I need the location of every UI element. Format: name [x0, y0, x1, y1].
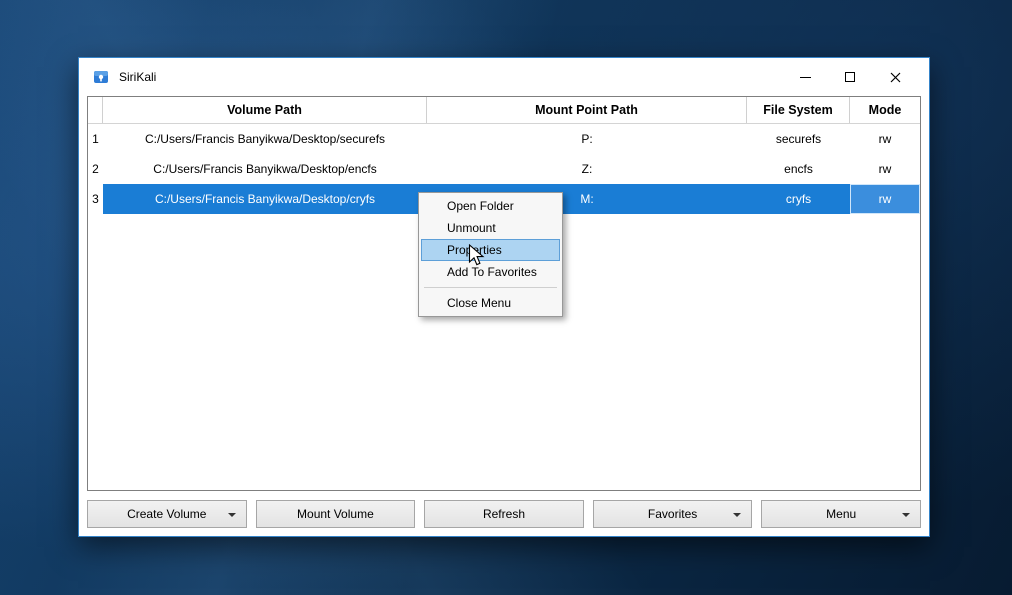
cell-file-system[interactable]: encfs [747, 154, 850, 184]
cell-volume-path[interactable]: C:/Users/Francis Banyikwa/Desktop/secure… [103, 124, 427, 154]
title-bar[interactable]: SiriKali [79, 58, 929, 96]
dropdown-arrow-icon [733, 513, 741, 517]
menu-label: Menu [826, 507, 856, 521]
refresh-label: Refresh [483, 507, 525, 521]
cell-volume-path[interactable]: C:/Users/Francis Banyikwa/Desktop/encfs [103, 154, 427, 184]
refresh-button[interactable]: Refresh [424, 500, 584, 528]
header-mount-point[interactable]: Mount Point Path [427, 97, 747, 123]
minimize-icon [800, 77, 811, 78]
cell-mount-point[interactable]: Z: [427, 154, 747, 184]
cell-mode[interactable]: rw [850, 124, 920, 154]
close-icon [890, 72, 901, 83]
cell-mount-point[interactable]: P: [427, 124, 747, 154]
mouse-cursor-icon [468, 244, 486, 273]
mount-volume-label: Mount Volume [297, 507, 374, 521]
dropdown-arrow-icon [228, 513, 236, 517]
table-row[interactable]: 2 C:/Users/Francis Banyikwa/Desktop/encf… [88, 154, 920, 184]
table-header-row: Volume Path Mount Point Path File System… [88, 97, 920, 124]
row-number[interactable]: 1 [88, 124, 103, 154]
cell-mode-focused[interactable]: rw [850, 184, 920, 214]
table-row[interactable]: 1 C:/Users/Francis Banyikwa/Desktop/secu… [88, 124, 920, 154]
close-button[interactable] [879, 64, 911, 90]
header-row-number [88, 97, 103, 123]
minimize-button[interactable] [789, 64, 821, 90]
window-controls [776, 64, 911, 90]
cell-file-system[interactable]: securefs [747, 124, 850, 154]
maximize-button[interactable] [834, 64, 866, 90]
context-menu: Open Folder Unmount Properties Add To Fa… [418, 192, 563, 317]
menu-item-add-to-favorites[interactable]: Add To Favorites [421, 261, 560, 283]
row-number[interactable]: 3 [88, 184, 103, 214]
menu-separator [424, 287, 557, 288]
header-mode[interactable]: Mode [850, 97, 920, 123]
maximize-icon [845, 72, 855, 82]
app-icon [93, 69, 109, 85]
create-volume-button[interactable]: Create Volume [87, 500, 247, 528]
window-title: SiriKali [119, 70, 776, 84]
cell-file-system[interactable]: cryfs [747, 184, 850, 214]
favorites-label: Favorites [648, 507, 697, 521]
dropdown-arrow-icon [902, 513, 910, 517]
toolbar: Create Volume Mount Volume Refresh Favor… [79, 491, 929, 536]
cell-volume-path[interactable]: C:/Users/Francis Banyikwa/Desktop/cryfs [103, 184, 427, 214]
favorites-button[interactable]: Favorites [593, 500, 753, 528]
menu-item-properties[interactable]: Properties [421, 239, 560, 261]
create-volume-label: Create Volume [127, 507, 206, 521]
cell-mode[interactable]: rw [850, 154, 920, 184]
header-volume-path[interactable]: Volume Path [103, 97, 427, 123]
menu-button[interactable]: Menu [761, 500, 921, 528]
header-file-system[interactable]: File System [747, 97, 850, 123]
menu-item-unmount[interactable]: Unmount [421, 217, 560, 239]
row-number[interactable]: 2 [88, 154, 103, 184]
mount-volume-button[interactable]: Mount Volume [256, 500, 416, 528]
menu-item-close-menu[interactable]: Close Menu [421, 292, 560, 314]
menu-item-open-folder[interactable]: Open Folder [421, 195, 560, 217]
